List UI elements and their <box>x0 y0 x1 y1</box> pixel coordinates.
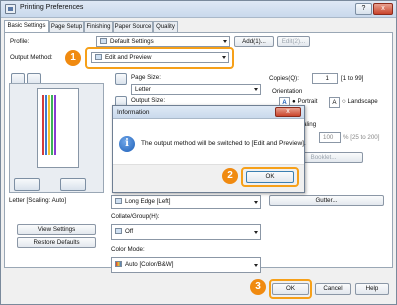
collate-label: Collate/Group(H): <box>111 213 160 220</box>
page-size-label: Page Size: <box>131 74 161 81</box>
chevron-down-icon <box>254 264 258 267</box>
copies-range: [1 to 99] <box>341 75 364 82</box>
tab-finishing[interactable]: Finishing <box>84 21 113 32</box>
printing-preferences-window: Printing Preferences ? x Basic Settings … <box>0 0 397 305</box>
restore-defaults-button[interactable]: Restore Defaults <box>17 237 96 248</box>
tab-basic-settings[interactable]: Basic Settings <box>4 20 49 32</box>
title-bar: Printing Preferences ? x <box>1 1 396 18</box>
binding-icon <box>115 198 122 204</box>
output-method-label: Output Method: <box>10 54 53 61</box>
landscape-label: Landscape <box>347 98 378 105</box>
chevron-down-icon <box>254 231 258 234</box>
cancel-button[interactable]: Cancel <box>315 283 351 295</box>
chevron-down-icon <box>254 201 258 204</box>
color-mode-icon <box>115 261 122 267</box>
output-method-dropdown[interactable]: Edit and Preview <box>91 52 229 63</box>
dialog-message: The output method will be switched to [E… <box>141 140 306 147</box>
dialog-title-bar: Information x <box>113 106 304 119</box>
gutter-button[interactable]: Gutter... <box>269 195 384 206</box>
callout-badge-3: 3 <box>250 279 266 295</box>
profile-edit-button[interactable]: Edit(2)... <box>277 36 310 47</box>
information-dialog: Information x i The output method will b… <box>112 105 306 193</box>
copies-input[interactable]: 1 <box>312 73 338 84</box>
ok-button[interactable]: OK <box>272 283 309 295</box>
preview-page <box>37 88 79 168</box>
output-size-label: Output Size: <box>131 97 166 104</box>
callout-badge-1: 1 <box>65 50 81 66</box>
page-size-dropdown[interactable]: Letter <box>131 84 261 95</box>
page-preview <box>9 83 104 193</box>
binding-value: Long Edge [Left] <box>125 198 171 205</box>
chevron-down-icon <box>223 40 227 43</box>
collate-value: Off <box>125 228 134 235</box>
orientation-label: Orientation <box>272 88 303 95</box>
chevron-down-icon <box>222 56 226 59</box>
profile-add-button[interactable]: Add(1)... <box>234 36 274 47</box>
chevron-down-icon <box>254 88 258 91</box>
tab-quality[interactable]: Quality <box>153 21 178 32</box>
preview-stripe <box>48 95 50 155</box>
profile-label: Profile: <box>10 38 30 45</box>
portrait-label: Portrait <box>297 98 318 105</box>
collate-icon <box>115 228 122 234</box>
output-method-value: Edit and Preview <box>105 54 152 61</box>
view-settings-button[interactable]: View Settings <box>17 224 96 235</box>
preview-stripe <box>45 95 47 155</box>
help-icon[interactable]: ? <box>355 3 372 15</box>
dialog-close-icon[interactable]: x <box>275 107 301 117</box>
callout-badge-2: 2 <box>222 168 238 184</box>
tab-paper-source[interactable]: Paper Source <box>113 21 153 32</box>
collate-dropdown[interactable]: Off <box>111 224 261 240</box>
preview-stripe <box>51 95 53 155</box>
binding-location-dropdown[interactable]: Long Edge [Left] <box>111 195 261 209</box>
dialog-ok-button[interactable]: OK <box>246 171 294 183</box>
color-mode-label: Color Mode: <box>111 246 145 253</box>
copies-label: Copies(Q): <box>269 75 299 82</box>
info-icon: i <box>119 136 135 152</box>
close-icon[interactable]: x <box>373 3 393 15</box>
dialog-title: Information <box>117 109 150 116</box>
profile-icon <box>100 38 107 44</box>
color-mode-value: Auto [Color/B&W] <box>125 261 174 268</box>
scaling-input[interactable]: 100 <box>319 132 341 143</box>
tab-page-setup[interactable]: Page Setup <box>49 21 84 32</box>
profile-value: Default Settings <box>110 38 154 45</box>
preview-caption: Letter [Scaling: Auto] <box>9 197 67 204</box>
landscape-icon: A <box>329 97 340 108</box>
profile-dropdown[interactable]: Default Settings <box>96 36 230 47</box>
help-button[interactable]: Help <box>355 283 389 295</box>
color-mode-dropdown[interactable]: Auto [Color/B&W] <box>111 257 261 273</box>
preview-stripe <box>54 95 56 155</box>
printer-icon <box>5 4 16 14</box>
print-style-button[interactable] <box>60 178 86 191</box>
landscape-option[interactable]: ○ Landscape <box>342 98 378 105</box>
sheet-layout-button[interactable] <box>14 178 40 191</box>
window-title: Printing Preferences <box>20 4 84 11</box>
portrait-option[interactable]: ● Portrait <box>292 98 317 105</box>
page-size-value: Letter <box>135 86 151 93</box>
preview-stripe <box>42 95 44 155</box>
scaling-range: % [25 to 200] <box>343 134 380 141</box>
edit-preview-icon <box>95 54 102 60</box>
page-size-icon <box>115 73 127 85</box>
